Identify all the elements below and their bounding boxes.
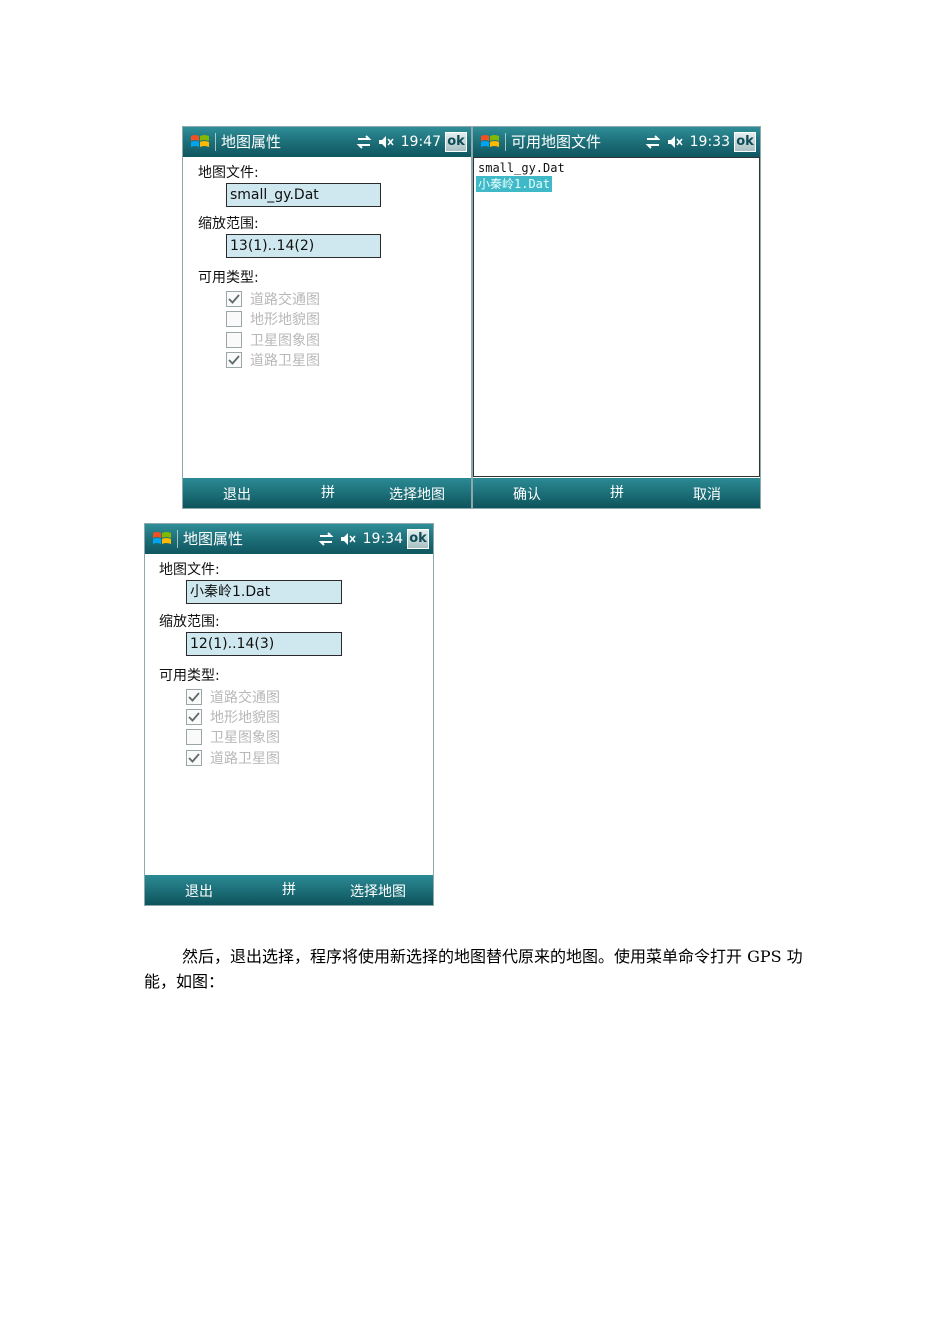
caption-paragraph: 然后，退出选择，程序将使用新选择的地图替代原来的地图。使用菜单命令打开 GPS … [144, 947, 803, 991]
checkbox-unchecked[interactable] [226, 332, 242, 348]
title-separator [505, 133, 506, 151]
checkmark-icon [188, 692, 200, 702]
type-option-road-traffic[interactable]: 道路交通图 [226, 290, 320, 308]
map-file-field[interactable]: 小秦岭1.Dat [186, 580, 342, 604]
connectivity-icon[interactable] [644, 133, 662, 151]
clock: 19:33 [689, 134, 730, 150]
softkey-exit[interactable]: 退出 [223, 484, 251, 504]
window-title: 地图属性 [183, 530, 244, 548]
title-separator [215, 133, 216, 151]
softkey-exit[interactable]: 退出 [185, 881, 213, 901]
input-method-icon[interactable]: 拼 [321, 482, 335, 502]
checkbox-unchecked[interactable] [186, 729, 202, 745]
window-title: 地图属性 [221, 133, 282, 151]
softkey-cancel[interactable]: 取消 [693, 484, 721, 504]
checkbox-checked[interactable] [186, 750, 202, 766]
input-method-icon[interactable]: 拼 [610, 482, 624, 502]
input-method-icon[interactable]: 拼 [282, 879, 296, 899]
status-tray: 19:34 [317, 529, 403, 549]
checkbox-checked[interactable] [226, 291, 242, 307]
type-option-satellite[interactable]: 卫星图象图 [226, 331, 320, 349]
type-option-terrain[interactable]: 地形地貌图 [186, 708, 280, 726]
windows-start-icon[interactable] [479, 132, 501, 152]
speaker-muted-icon[interactable] [666, 133, 684, 151]
form-content: 地图文件: 小秦岭1.Dat 缩放范围: 12(1)..14(3) 可用类型: … [145, 554, 433, 875]
softkey-bar: 退出 拼 选择地图 [183, 478, 471, 508]
form-content: 地图文件: small_gy.Dat 缩放范围: 13(1)..14(2) 可用… [183, 157, 471, 478]
clock: 19:34 [362, 531, 403, 547]
checkbox-unchecked[interactable] [226, 311, 242, 327]
available-types-label: 可用类型: [198, 270, 259, 286]
title-bar: 地图属性 19:47 ok [183, 127, 471, 157]
type-option-label: 卫星图象图 [210, 730, 280, 746]
title-bar: 地图属性 19:34 ok [145, 524, 433, 554]
window-title: 可用地图文件 [511, 133, 602, 151]
screen-map-properties-1: 地图属性 19:47 ok 地图文件: small_gy.Dat 缩放范围: 1… [182, 126, 472, 509]
speaker-muted-icon[interactable] [339, 530, 357, 548]
map-file-list: small_gy.Dat 小秦岭1.Dat [476, 160, 567, 192]
title-separator [177, 530, 178, 548]
type-option-label: 地形地貌图 [250, 312, 320, 328]
available-types-label: 可用类型: [159, 668, 220, 684]
type-option-label: 道路交通图 [250, 292, 320, 308]
status-tray: 19:33 [644, 132, 730, 152]
zoom-range-label: 缩放范围: [159, 614, 220, 630]
softkey-select-map[interactable]: 选择地图 [350, 881, 406, 901]
windows-start-icon[interactable] [151, 529, 173, 549]
zoom-range-field[interactable]: 12(1)..14(3) [186, 632, 342, 656]
screen-available-map-files: 可用地图文件 19:33 ok small_gy.Dat 小秦岭1.Dat 确认 [472, 126, 761, 509]
windows-start-icon[interactable] [189, 132, 211, 152]
map-file-label: 地图文件: [159, 562, 220, 578]
clock: 19:47 [400, 134, 441, 150]
type-option-label: 卫星图象图 [250, 333, 320, 349]
map-file-field[interactable]: small_gy.Dat [226, 183, 381, 207]
type-option-label: 道路交通图 [210, 690, 280, 706]
type-option-label: 道路卫星图 [250, 353, 320, 369]
checkbox-checked[interactable] [186, 689, 202, 705]
connectivity-icon[interactable] [317, 530, 335, 548]
title-bar: 可用地图文件 19:33 ok [473, 127, 760, 157]
file-list-content: small_gy.Dat 小秦岭1.Dat [473, 157, 760, 477]
softkey-select-map[interactable]: 选择地图 [389, 484, 445, 504]
type-option-satellite[interactable]: 卫星图象图 [186, 728, 280, 746]
checkbox-checked[interactable] [186, 709, 202, 725]
speaker-muted-icon[interactable] [377, 133, 395, 151]
checkbox-checked[interactable] [226, 352, 242, 368]
connectivity-icon[interactable] [355, 133, 373, 151]
checkmark-icon [188, 753, 200, 763]
checkmark-icon [228, 294, 240, 304]
ok-button[interactable]: ok [445, 132, 467, 152]
screen-map-properties-2: 地图属性 19:34 ok 地图文件: 小秦岭1.Dat 缩放范围: 12(1)… [144, 523, 434, 906]
ok-button[interactable]: ok [734, 132, 756, 152]
document-page: 地图属性 19:47 ok 地图文件: small_gy.Dat 缩放范围: 1… [0, 0, 950, 1344]
status-tray: 19:47 [355, 132, 441, 152]
zoom-range-field[interactable]: 13(1)..14(2) [226, 234, 381, 258]
zoom-range-label: 缩放范围: [198, 216, 259, 232]
list-item[interactable]: small_gy.Dat [476, 160, 567, 176]
type-option-road-traffic[interactable]: 道路交通图 [186, 688, 280, 706]
type-option-terrain[interactable]: 地形地貌图 [226, 310, 320, 328]
map-file-label: 地图文件: [198, 165, 259, 181]
checkmark-icon [188, 712, 200, 722]
type-option-label: 道路卫星图 [210, 751, 280, 767]
softkey-bar: 确认 拼 取消 [473, 478, 760, 508]
type-option-label: 地形地貌图 [210, 710, 280, 726]
type-option-road-satellite[interactable]: 道路卫星图 [186, 749, 280, 767]
softkey-confirm[interactable]: 确认 [513, 484, 541, 504]
ok-button[interactable]: ok [407, 529, 429, 549]
list-item-selected[interactable]: 小秦岭1.Dat [476, 176, 553, 192]
type-option-road-satellite[interactable]: 道路卫星图 [226, 351, 320, 369]
checkmark-icon [228, 355, 240, 365]
softkey-bar: 退出 拼 选择地图 [145, 875, 433, 905]
